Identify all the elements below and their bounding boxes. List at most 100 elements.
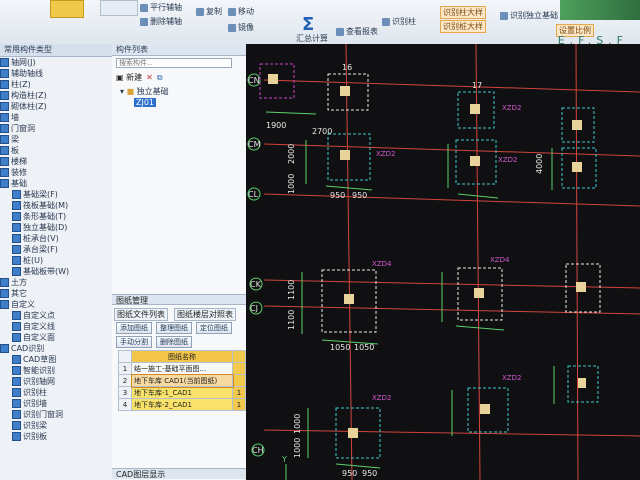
footing-ch-3[interactable] bbox=[467, 387, 509, 433]
report-icon bbox=[336, 27, 344, 36]
tree-item[interactable]: 板 bbox=[0, 145, 112, 156]
tree-item[interactable]: 其它 bbox=[0, 288, 112, 299]
component-icon bbox=[0, 146, 9, 155]
footing-cj-3[interactable] bbox=[457, 267, 503, 321]
organize-drawing-button[interactable]: 整理图纸 bbox=[156, 322, 192, 334]
tree-item[interactable]: 筏板基础(M) bbox=[0, 200, 112, 211]
component-icon bbox=[0, 124, 9, 133]
tree-item[interactable]: 装修 bbox=[0, 167, 112, 178]
copy-button[interactable]: 复制 bbox=[196, 6, 222, 17]
dim-label: 950 bbox=[362, 469, 377, 478]
tree-item[interactable]: 梁 bbox=[0, 134, 112, 145]
manual-split-button[interactable]: 手动分割 bbox=[116, 336, 152, 348]
tree-item-label: 基础板带(W) bbox=[23, 267, 70, 276]
footing-cm-2[interactable] bbox=[327, 133, 371, 181]
tree-item[interactable]: CAD草图 bbox=[0, 354, 112, 365]
tree-item[interactable]: 土方 bbox=[0, 277, 112, 288]
component-icon bbox=[12, 355, 21, 364]
ribbon-button[interactable] bbox=[100, 0, 138, 16]
table-row[interactable]: 1 结一施工-基础平面图... bbox=[118, 362, 246, 375]
tree-item[interactable]: 楼梯 bbox=[0, 156, 112, 167]
search-input[interactable] bbox=[116, 58, 232, 68]
tree-item[interactable]: CAD识别 bbox=[0, 343, 112, 354]
ribbon-button[interactable]: 删除辅轴 bbox=[140, 16, 182, 27]
view-report-button[interactable]: 查看报表 bbox=[336, 26, 378, 37]
identify-column-button[interactable]: 识别柱 bbox=[382, 16, 416, 27]
tree-item[interactable]: 自定义面 bbox=[0, 332, 112, 343]
drawing-buttons-row1: 添加图纸 整理图纸 定位图纸 bbox=[116, 322, 232, 334]
tree-item[interactable]: 桩承台(V) bbox=[0, 233, 112, 244]
tab-floor-mapping[interactable]: 图纸楼层对照表 bbox=[174, 308, 236, 321]
footing-ch-4[interactable] bbox=[567, 365, 599, 403]
tree-item[interactable]: 自定义线 bbox=[0, 321, 112, 332]
tree-item[interactable]: 识别门窗洞 bbox=[0, 409, 112, 420]
tree-item[interactable]: 基础板带(W) bbox=[0, 266, 112, 277]
move-button[interactable]: 移动 bbox=[228, 6, 254, 17]
tree-item[interactable]: 识别板 bbox=[0, 431, 112, 442]
footing-cn-4[interactable] bbox=[561, 107, 595, 143]
tree-item[interactable]: 轴网(J) bbox=[0, 57, 112, 68]
svg-text:CM: CM bbox=[248, 140, 261, 149]
footing-cn-2[interactable] bbox=[327, 73, 369, 111]
component-icon bbox=[0, 69, 9, 78]
tree-item[interactable]: 柱(Z) bbox=[0, 79, 112, 90]
tree-item[interactable]: 独立基础(D) bbox=[0, 222, 112, 233]
table-row[interactable]: 2 地下车库 CAD1(当前图纸) bbox=[118, 373, 246, 388]
cad-drawing[interactable]: CN CM CL CK CJ CH 1900 2700 16 17 2000 1… bbox=[246, 44, 640, 480]
footing-tag: XZD4 bbox=[372, 260, 392, 268]
tree-item[interactable]: 门窗洞 bbox=[0, 123, 112, 134]
tree-item-label: 自定义 bbox=[11, 300, 35, 309]
tree-item-label: 土方 bbox=[11, 278, 27, 287]
tree-item-label: 筏板基础(M) bbox=[23, 201, 69, 210]
tree-node-footing[interactable]: ▾ ■ 独立基础 bbox=[120, 86, 169, 97]
tree-item[interactable]: 智能识别 bbox=[0, 365, 112, 376]
dim-label: 17 bbox=[472, 81, 482, 90]
new-component-button[interactable]: ▣ 新建 bbox=[116, 72, 142, 83]
footing-cj-4[interactable] bbox=[565, 263, 601, 313]
tree-node-zj01[interactable]: ZJ01 bbox=[134, 98, 157, 107]
tree-item[interactable]: 基础梁(F) bbox=[0, 189, 112, 200]
summary-calc-button[interactable]: 汇总计算 bbox=[296, 33, 328, 44]
component-type-tree: 常用构件类型 轴网(J) 辅助轴线 柱(Z) 构造柱(Z) 砌体柱(Z) 墙门窗洞梁板楼梯… bbox=[0, 44, 113, 480]
tree-item[interactable]: 承台梁(F) bbox=[0, 244, 112, 255]
move-icon bbox=[228, 7, 236, 16]
component-icon bbox=[0, 102, 9, 111]
table-row[interactable]: 3 地下车库-1_CAD1 1 bbox=[118, 386, 246, 399]
identify-pile-detail-button[interactable]: 识别桩大样 bbox=[440, 20, 486, 33]
tree-item[interactable]: 识别轴网 bbox=[0, 376, 112, 387]
sum-icon[interactable]: Σ bbox=[302, 14, 314, 35]
cad-layer-header: CAD图层显示 bbox=[112, 468, 246, 479]
dim-label: 950 bbox=[352, 191, 367, 200]
tree-item[interactable]: 识别墙 bbox=[0, 398, 112, 409]
identify-column-detail-button[interactable]: 识别柱大样 bbox=[440, 6, 486, 19]
dim-label: 4000 bbox=[535, 154, 544, 174]
footing-tag: XZD2 bbox=[502, 374, 521, 382]
tree-item[interactable]: 基础 bbox=[0, 178, 112, 189]
tree-item[interactable]: 识别柱 bbox=[0, 387, 112, 398]
delete-drawing-button[interactable]: 删除图纸 bbox=[156, 336, 192, 348]
ribbon-active-button[interactable] bbox=[50, 0, 84, 18]
cad-drawing-canvas[interactable]: CN CM CL CK CJ CH 1900 2700 16 17 2000 1… bbox=[246, 44, 640, 480]
table-row[interactable]: 4 地下车库-2_CAD1 1 bbox=[118, 398, 246, 411]
tree-item[interactable]: 自定义 bbox=[0, 299, 112, 310]
tree-item[interactable]: 构造柱(Z) bbox=[0, 90, 112, 101]
locate-drawing-button[interactable]: 定位图纸 bbox=[196, 322, 232, 334]
tree-item-label: 梁 bbox=[11, 135, 19, 144]
mirror-button[interactable]: 镜像 bbox=[228, 22, 254, 33]
tab-drawing-files[interactable]: 图纸文件列表 bbox=[114, 308, 168, 321]
tree-item[interactable]: 墙 bbox=[0, 112, 112, 123]
identify-footing-button[interactable]: 识别独立基础 bbox=[500, 10, 558, 21]
tree-item[interactable]: 辅助轴线 bbox=[0, 68, 112, 79]
tree-item[interactable]: 桩(U) bbox=[0, 255, 112, 266]
ribbon-button[interactable]: 平行辅轴 bbox=[140, 2, 182, 13]
add-drawing-button[interactable]: 添加图纸 bbox=[116, 322, 152, 334]
footing-cm-3[interactable] bbox=[455, 139, 497, 185]
tree-item-label: 构造柱(Z) bbox=[11, 91, 47, 100]
tree-item[interactable]: 砌体柱(Z) bbox=[0, 101, 112, 112]
copy-icon[interactable]: ⧉ bbox=[157, 73, 163, 83]
tree-item[interactable]: 自定义点 bbox=[0, 310, 112, 321]
tree-item[interactable]: 条形基础(T) bbox=[0, 211, 112, 222]
tree-item[interactable]: 识别梁 bbox=[0, 420, 112, 431]
delete-icon[interactable]: ✕ bbox=[146, 73, 153, 82]
footing-ch-2[interactable] bbox=[335, 407, 381, 459]
